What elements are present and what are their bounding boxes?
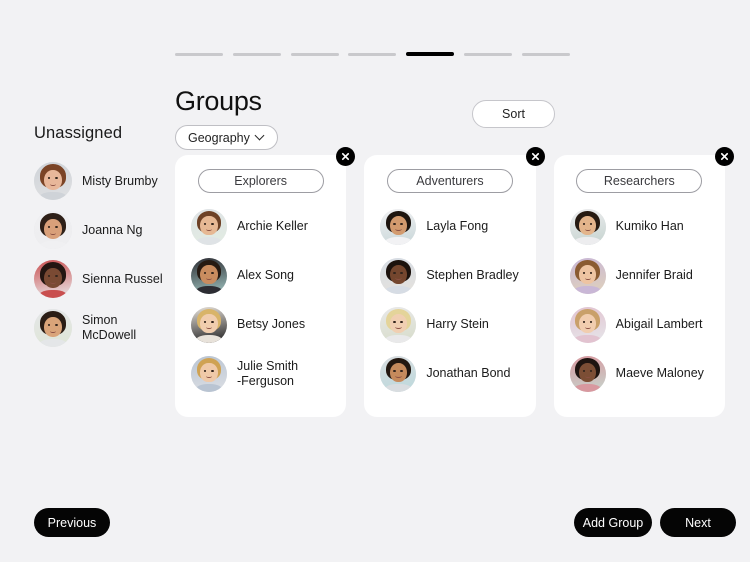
avatar <box>569 208 606 245</box>
step-indicator-1[interactable] <box>175 52 223 56</box>
page-title: Groups <box>175 86 262 116</box>
unassigned-panel: Unassigned Misty Brumby Joanna Ng Sienna R… <box>34 124 169 353</box>
close-icon[interactable] <box>714 147 734 166</box>
group-member-row[interactable]: Abigail Lambert <box>554 300 725 349</box>
person-name: Layla Fong <box>426 219 489 233</box>
group-name-input[interactable] <box>197 169 324 193</box>
group-member-row[interactable]: Harry Stein <box>364 300 535 349</box>
person-name: Jennifer Braid <box>615 268 693 282</box>
avatar <box>34 309 72 347</box>
step-indicator-4[interactable] <box>348 52 397 56</box>
previous-button[interactable]: Previous <box>34 508 110 537</box>
step-indicator-7[interactable] <box>521 52 570 56</box>
person-name: Sienna Russel <box>82 271 163 286</box>
group-name-input[interactable] <box>386 169 513 193</box>
avatar <box>191 355 227 392</box>
person-name: Betsy Jones <box>237 317 306 331</box>
progress-stepper <box>175 52 570 56</box>
person-name: Julie Smith -Ferguson <box>237 358 299 388</box>
avatar <box>380 306 417 343</box>
person-name: Simon McDowell <box>82 313 137 342</box>
chevron-down-icon <box>256 131 265 140</box>
person-name: Archie Keller <box>237 219 308 233</box>
person-name: Harry Stein <box>426 317 489 331</box>
group-card: Layla Fong Stephen Bradley Harry Stein Jona… <box>364 147 545 417</box>
avatar <box>380 208 417 245</box>
geography-filter-dropdown[interactable]: Geography <box>175 125 278 150</box>
unassigned-person-row[interactable]: Misty Brumby <box>34 157 169 205</box>
person-name: Alex Song <box>237 268 294 282</box>
groups-area: Archie Keller Alex Song Betsy Jones Julie S… <box>175 147 734 417</box>
group-member-row[interactable]: Jennifer Braid <box>554 251 725 300</box>
unassigned-title: Unassigned <box>34 124 123 142</box>
unassigned-person-row[interactable]: Joanna Ng <box>34 206 169 254</box>
avatar <box>34 260 72 298</box>
close-icon[interactable] <box>525 147 545 166</box>
group-member-row[interactable]: Betsy Jones <box>175 300 346 349</box>
person-name: Abigail Lambert <box>615 317 703 331</box>
group-card: Kumiko Han Jennifer Braid Abigail Lambert M… <box>553 147 734 417</box>
group-member-row[interactable]: Alex Song <box>175 251 346 300</box>
group-card: Archie Keller Alex Song Betsy Jones Julie S… <box>175 147 356 417</box>
geography-filter-label: Geography <box>188 130 250 145</box>
person-name: Kumiko Han <box>615 219 684 233</box>
group-member-list: Kumiko Han Jennifer Braid Abigail Lambert M… <box>554 202 725 398</box>
avatar <box>191 257 227 294</box>
step-indicator-6[interactable] <box>464 52 513 56</box>
avatar <box>34 162 72 200</box>
avatar <box>380 257 417 294</box>
person-name: Maeve Maloney <box>615 366 704 380</box>
step-indicator-3[interactable] <box>290 52 339 56</box>
unassigned-person-row[interactable]: Simon McDowell <box>34 304 169 352</box>
step-indicator-5[interactable] <box>406 52 455 56</box>
unassigned-list: Misty Brumby Joanna Ng Sienna Russel Simon … <box>34 157 169 352</box>
group-member-row[interactable]: Julie Smith -Ferguson <box>175 349 346 398</box>
avatar <box>569 306 606 343</box>
person-name: Misty Brumby <box>82 173 158 188</box>
group-member-list: Layla Fong Stephen Bradley Harry Stein Jona… <box>364 202 535 398</box>
group-member-row[interactable]: Stephen Bradley <box>364 251 535 300</box>
unassigned-person-row[interactable]: Sienna Russel <box>34 255 169 303</box>
person-name: Jonathan Bond <box>426 366 511 380</box>
group-member-list: Archie Keller Alex Song Betsy Jones Julie S… <box>175 202 346 398</box>
avatar <box>191 208 227 245</box>
person-name: Stephen Bradley <box>426 268 519 282</box>
close-icon[interactable] <box>336 147 356 166</box>
group-member-row[interactable]: Archie Keller <box>175 202 346 251</box>
avatar <box>34 211 72 249</box>
group-member-row[interactable]: Jonathan Bond <box>364 349 535 398</box>
person-name: Joanna Ng <box>82 222 143 237</box>
avatar <box>191 306 227 343</box>
step-indicator-2[interactable] <box>232 52 281 56</box>
avatar <box>569 355 606 392</box>
add-group-button[interactable]: Add Group <box>574 508 652 537</box>
group-name-input[interactable] <box>576 169 703 193</box>
avatar <box>380 355 417 392</box>
avatar <box>569 257 606 294</box>
group-member-row[interactable]: Layla Fong <box>364 202 535 251</box>
group-member-row[interactable]: Maeve Maloney <box>554 349 725 398</box>
next-button[interactable]: Next <box>660 508 736 537</box>
group-member-row[interactable]: Kumiko Han <box>554 202 725 251</box>
sort-button[interactable]: Sort <box>472 100 555 128</box>
